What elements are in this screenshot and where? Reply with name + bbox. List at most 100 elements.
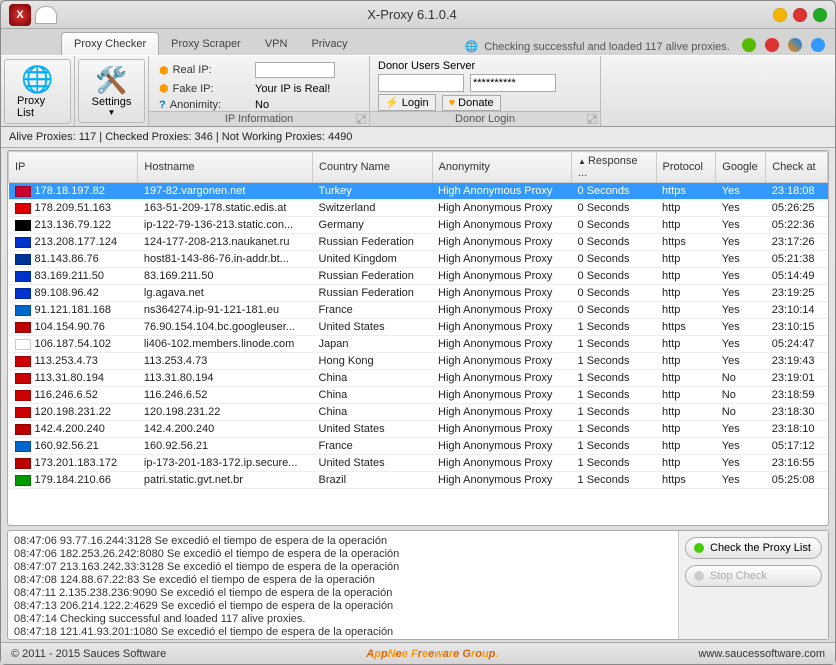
real-ip-field[interactable] (255, 62, 335, 78)
check-proxy-list-button[interactable]: Check the Proxy List (685, 537, 822, 559)
table-row[interactable]: 213.208.177.124124-177-208-213.naukanet.… (9, 234, 828, 251)
proxy-list-label: Proxy List (17, 95, 58, 119)
table-row[interactable]: 106.187.54.102li406-102.members.linode.c… (9, 336, 828, 353)
login-button[interactable]: ⚡Login (378, 94, 436, 111)
donor-login-input[interactable] (378, 74, 464, 92)
footer-watermark: AppNee Freeware Group. (166, 645, 698, 662)
flag-icon (15, 271, 31, 282)
toolbar: 🌐 Proxy List 🛠️ Settings ▼ ⬢ Real IP: ⬢ Fa… (1, 55, 835, 127)
table-row[interactable]: 179.184.210.66patri.static.gvt.net.brBra… (9, 472, 828, 489)
table-row[interactable]: 81.143.86.76host81-143-86-76.in-addr.bt.… (9, 251, 828, 268)
grid-scroll[interactable]: IP Hostname Country Name Anonymity ▲Resp… (8, 151, 828, 525)
stop-label: Stop Check (710, 570, 767, 582)
window-title: X-Proxy 6.1.0.4 (57, 7, 767, 22)
flag-icon (15, 441, 31, 452)
donor-caption: Donor Login⤢ (370, 111, 600, 126)
flag-icon (15, 356, 31, 367)
stop-icon (694, 571, 704, 581)
col-response[interactable]: ▲Response ... (572, 152, 657, 183)
table-row[interactable]: 142.4.200.240142.4.200.240United StatesH… (9, 421, 828, 438)
expand-icon[interactable]: ⤢ (587, 114, 597, 124)
flag-icon (15, 322, 31, 333)
table-row[interactable]: 89.108.96.42lg.agava.netRussian Federati… (9, 285, 828, 302)
donate-label: Donate (458, 97, 493, 109)
app-icon: X (9, 4, 31, 26)
app-window: X X-Proxy 6.1.0.4 Proxy Checker Proxy Sc… (0, 0, 836, 665)
table-row[interactable]: 178.209.51.163163-51-209-178.static.edis… (9, 200, 828, 217)
col-google[interactable]: Google (716, 152, 766, 183)
log-buttons: Check the Proxy List Stop Check (678, 531, 828, 639)
status-dot-green[interactable] (742, 38, 756, 52)
footer: © 2011 - 2015 Sauces Software AppNee Fre… (1, 642, 835, 664)
settings-label: Settings (92, 96, 132, 108)
flag-icon (15, 339, 31, 350)
maximize-button[interactable] (813, 8, 827, 22)
question-icon: ? (159, 99, 166, 111)
flag-icon (15, 458, 31, 469)
table-row[interactable]: 91.121.181.168ns364274.ip-91-121-181.euF… (9, 302, 828, 319)
anonymity-value: No (255, 99, 359, 111)
donate-button[interactable]: ♥Donate (442, 95, 501, 111)
settings-button[interactable]: 🛠️ Settings ▼ (78, 59, 145, 123)
table-row[interactable]: 160.92.56.21160.92.56.21FranceHigh Anony… (9, 438, 828, 455)
ip-info-caption: IP Information⤢ (149, 111, 369, 126)
flag-icon (15, 237, 31, 248)
tab-privacy[interactable]: Privacy (299, 33, 359, 55)
footer-url[interactable]: www.saucessoftware.com (698, 648, 825, 660)
main-tabs: Proxy Checker Proxy Scraper VPN Privacy … (1, 29, 835, 55)
sort-asc-icon: ▲ (578, 157, 586, 166)
table-row[interactable]: 120.198.231.22120.198.231.22ChinaHigh An… (9, 404, 828, 421)
table-row[interactable]: 104.154.90.7676.90.154.104.bc.googleuser… (9, 319, 828, 336)
real-ip-label: Real IP: (173, 64, 212, 76)
proxy-list-button[interactable]: 🌐 Proxy List (4, 59, 71, 124)
chevron-down-icon: ▼ (108, 108, 116, 117)
grid-header[interactable]: IP Hostname Country Name Anonymity ▲Resp… (9, 152, 828, 183)
flag-icon (15, 203, 31, 214)
donor-panel: Donor Users Server ⚡Login ♥Donate (370, 56, 600, 117)
status-dot-red[interactable] (765, 38, 779, 52)
table-row[interactable]: 113.31.80.194113.31.80.194ChinaHigh Anon… (9, 370, 828, 387)
titlebar[interactable]: X X-Proxy 6.1.0.4 (1, 1, 835, 29)
table-row[interactable]: 213.136.79.122ip-122-79-136-213.static.c… (9, 217, 828, 234)
table-row[interactable]: 116.246.6.52116.246.6.52ChinaHigh Anonym… (9, 387, 828, 404)
expand-icon[interactable]: ⤢ (356, 114, 366, 124)
flag-icon (15, 373, 31, 384)
donor-password-input[interactable] (470, 74, 556, 92)
log-output[interactable]: 08:47:06 93.77.16.244:3128 Se excedió el… (8, 531, 678, 639)
tab-vpn[interactable]: VPN (253, 33, 300, 55)
status-dot-color[interactable] (788, 38, 802, 52)
col-country[interactable]: Country Name (313, 152, 433, 183)
blank-tab-icon (35, 6, 57, 24)
ip-info-panel: ⬢ Real IP: ⬢ Fake IP: Your IP is Real! ? An… (149, 56, 369, 117)
shield-icon: ⬢ (159, 64, 169, 77)
col-checkat[interactable]: Check at (766, 152, 828, 183)
col-hostname[interactable]: Hostname (138, 152, 313, 183)
status-message: 🌐 Checking successful and loaded 117 ali… (465, 38, 836, 55)
heart-icon: ♥ (449, 97, 456, 109)
stop-check-button[interactable]: Stop Check (685, 565, 822, 587)
bolt-icon: ⚡ (385, 96, 399, 109)
shield-icon: ⬢ (159, 82, 169, 95)
col-protocol[interactable]: Protocol (656, 152, 716, 183)
anonymity-label: Anonimity: (170, 99, 221, 111)
tab-proxy-scraper[interactable]: Proxy Scraper (159, 33, 253, 55)
table-row[interactable]: 113.253.4.73113.253.4.73Hong KongHigh An… (9, 353, 828, 370)
fake-ip-value: Your IP is Real! (255, 83, 359, 95)
minimize-button[interactable] (773, 8, 787, 22)
login-label: Login (402, 97, 429, 109)
proxy-grid: IP Hostname Country Name Anonymity ▲Resp… (7, 150, 829, 526)
play-icon (694, 543, 704, 553)
status-dot-blue[interactable] (811, 38, 825, 52)
proxy-stats: Alive Proxies: 117 | Checked Proxies: 34… (1, 127, 835, 148)
status-icons (736, 38, 825, 55)
close-button[interactable] (793, 8, 807, 22)
tab-proxy-checker[interactable]: Proxy Checker (61, 32, 159, 55)
table-row[interactable]: 178.18.197.82197-82.vargonen.netTurkeyHi… (9, 183, 828, 200)
flag-icon (15, 475, 31, 486)
col-ip[interactable]: IP (9, 152, 138, 183)
table-row[interactable]: 83.169.211.5083.169.211.50Russian Federa… (9, 268, 828, 285)
log-panel: 08:47:06 93.77.16.244:3128 Se excedió el… (7, 530, 829, 640)
fake-ip-label: Fake IP: (173, 83, 214, 95)
table-row[interactable]: 173.201.183.172ip-173-201-183-172.ip.sec… (9, 455, 828, 472)
col-anonymity[interactable]: Anonymity (432, 152, 571, 183)
